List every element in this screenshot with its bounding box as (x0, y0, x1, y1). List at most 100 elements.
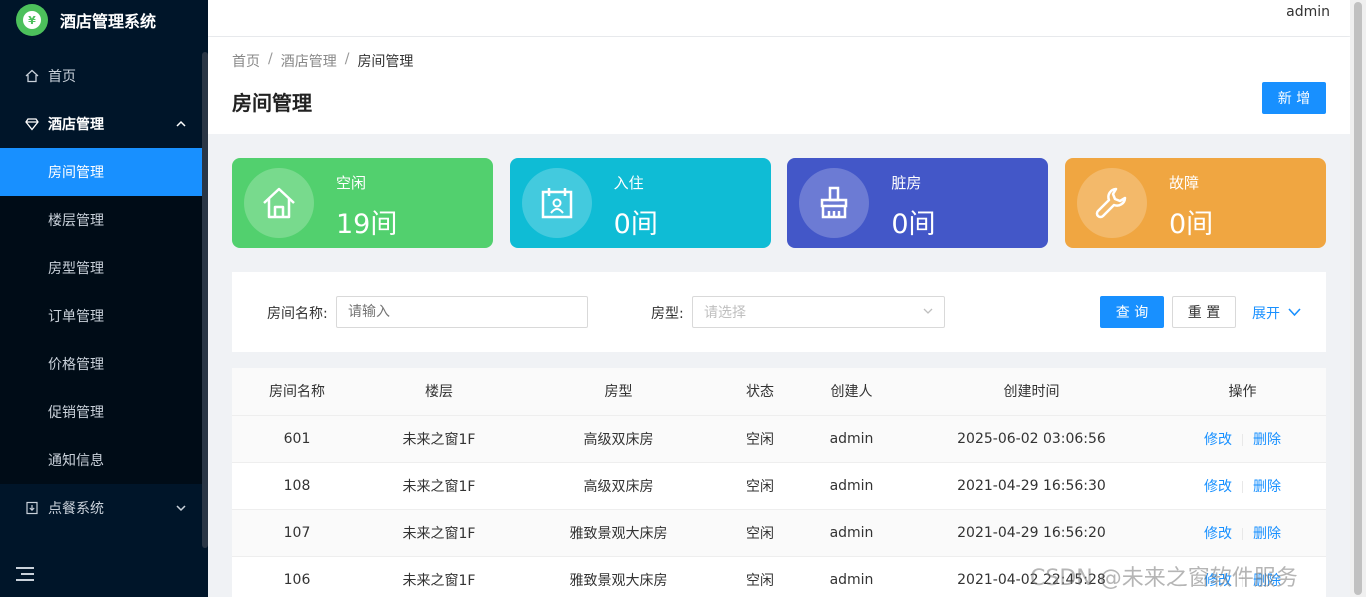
action-divider (1242, 527, 1243, 540)
sidebar-item-room-type-management[interactable]: 房型管理 (0, 244, 208, 292)
sidebar-item-label: 价格管理 (48, 357, 104, 373)
stat-card-dirty[interactable]: 脏房 0间 (787, 158, 1049, 248)
breadcrumb-home[interactable]: 首页 (232, 51, 260, 71)
edit-link[interactable]: 修改 (1204, 479, 1232, 495)
sidebar-item-ordering-system[interactable]: 点餐系统 (0, 484, 208, 532)
sidebar-item-label: 点餐系统 (48, 501, 104, 517)
stat-cards: 空闲 19间 入住 0间 脏房 0间 故障 0间 (232, 158, 1326, 248)
cell-creator: admin (799, 415, 904, 463)
reset-button[interactable]: 重 置 (1172, 296, 1236, 328)
delete-link[interactable]: 删除 (1253, 432, 1281, 448)
delete-link[interactable]: 删除 (1253, 526, 1281, 542)
sidebar-item-floor-management[interactable]: 楼层管理 (0, 196, 208, 244)
sidebar-item-label: 房型管理 (48, 261, 104, 277)
breadcrumb: 首页 / 酒店管理 / 房间管理 (232, 51, 413, 71)
menu-collapse-icon[interactable] (16, 567, 34, 581)
room-type-select[interactable]: 请选择 (692, 296, 945, 328)
sidebar-item-label: 酒店管理 (48, 117, 104, 133)
breadcrumb-hotel-management[interactable]: 酒店管理 (281, 51, 337, 71)
stat-value: 0间 (1168, 209, 1214, 240)
stat-label: 脏房 (891, 174, 922, 192)
sidebar-item-label: 首页 (48, 69, 76, 85)
sidebar-item-hotel-management[interactable]: 酒店管理 (0, 100, 208, 148)
cell-room-type: 雅致景观大床房 (516, 509, 721, 557)
breadcrumb-separator: / (344, 51, 350, 67)
stat-label: 故障 (1168, 174, 1199, 192)
hotel-submenu: 房间管理 楼层管理 房型管理 订单管理 价格管理 促销管理 通知信息 (0, 148, 208, 484)
query-button[interactable]: 查 询 (1100, 296, 1164, 328)
breadcrumb-separator: / (268, 51, 273, 67)
cell-status: 空闲 (721, 509, 799, 557)
cell-room-type: 高级双床房 (516, 415, 721, 463)
cell-creator: admin (799, 462, 904, 510)
column-header[interactable]: 楼层 (362, 368, 516, 416)
cell-floor: 未来之窗1F (362, 509, 516, 557)
watermark: CSDN @未来之窗软件服务 (1030, 566, 1298, 591)
stat-card-fault[interactable]: 故障 0间 (1064, 158, 1326, 248)
cell-floor: 未来之窗1F (362, 556, 516, 597)
cell-actions: 修改 删除 (1159, 509, 1326, 557)
stat-value: 19间 (336, 209, 398, 240)
sidebar-item-label: 楼层管理 (48, 213, 104, 229)
sidebar-item-order-management[interactable]: 订单管理 (0, 292, 208, 340)
column-header: 操作 (1159, 368, 1326, 416)
table-row[interactable]: 108 未来之窗1F 高级双床房 空闲 admin 2021-04-29 16:… (232, 462, 1326, 510)
logo[interactable]: ¥ 酒店管理系统 (0, 0, 208, 40)
sidebar-item-notifications[interactable]: 通知信息 (0, 436, 208, 484)
cell-room-name: 106 (232, 556, 362, 597)
cell-actions: 修改 删除 (1159, 415, 1326, 463)
calendar-person-icon (521, 168, 592, 238)
chevron-down-icon (922, 305, 934, 321)
stat-card-occupied[interactable]: 入住 0间 (509, 158, 771, 248)
cell-floor: 未来之窗1F (362, 415, 516, 463)
broom-icon (799, 168, 870, 238)
stat-label: 空闲 (336, 174, 367, 192)
room-name-label: 房间名称: (267, 306, 328, 322)
sidebar-item-room-management[interactable]: 房间管理 (0, 148, 202, 196)
column-header[interactable]: 房间名称 (232, 368, 362, 416)
edit-link[interactable]: 修改 (1204, 432, 1232, 448)
sidebar-item-label: 房间管理 (48, 165, 104, 181)
room-type-placeholder: 请选择 (704, 305, 746, 321)
edit-link[interactable]: 修改 (1204, 526, 1232, 542)
chevron-down-icon (1288, 305, 1301, 321)
stat-value: 0间 (891, 209, 936, 240)
sidebar-item-label: 订单管理 (48, 309, 104, 325)
column-header[interactable]: 状态 (721, 368, 799, 416)
cell-created-time: 2021-04-29 16:56:30 (904, 462, 1159, 510)
cell-status: 空闲 (721, 462, 799, 510)
cell-floor: 未来之窗1F (362, 462, 516, 510)
sidebar-item-home[interactable]: 首页 (0, 52, 208, 100)
wrench-icon (1076, 168, 1147, 238)
cell-room-type: 高级双床房 (516, 462, 721, 510)
sidebar-item-label: 促销管理 (48, 405, 104, 421)
page-scrollbar[interactable] (1350, 0, 1366, 597)
cell-room-name: 107 (232, 509, 362, 557)
top-bar: admin (208, 0, 1350, 36)
user-menu[interactable]: admin (1286, 4, 1330, 20)
logo-icon: ¥ (16, 4, 48, 36)
sidebar-item-price-management[interactable]: 价格管理 (0, 340, 208, 388)
add-button[interactable]: 新 增 (1262, 82, 1326, 114)
sidebar-item-promotion-management[interactable]: 促销管理 (0, 388, 208, 436)
cell-room-name: 601 (232, 415, 362, 463)
cell-created-time: 2021-04-29 16:56:20 (904, 509, 1159, 557)
app-title: 酒店管理系统 (60, 12, 157, 31)
room-name-input[interactable] (336, 296, 588, 328)
table-row[interactable]: 107 未来之窗1F 雅致景观大床房 空闲 admin 2021-04-29 1… (232, 509, 1326, 557)
chevron-down-icon (176, 502, 186, 515)
diamond-icon (24, 116, 40, 132)
stat-value: 0间 (613, 209, 658, 240)
chevron-up-icon (176, 118, 186, 131)
cell-room-name: 108 (232, 462, 362, 510)
table-row[interactable]: 601 未来之窗1F 高级双床房 空闲 admin 2025-06-02 03:… (232, 415, 1326, 463)
column-header[interactable]: 创建人 (799, 368, 904, 416)
column-header[interactable]: 房型 (516, 368, 721, 416)
stat-card-idle[interactable]: 空闲 19间 (232, 158, 493, 248)
delete-link[interactable]: 删除 (1253, 479, 1281, 495)
expand-label: 展开 (1252, 306, 1280, 322)
page-header: 首页 / 酒店管理 / 房间管理 房间管理 新 增 (208, 37, 1350, 134)
column-header[interactable]: 创建时间 (904, 368, 1159, 416)
action-divider (1242, 433, 1243, 446)
expand-toggle[interactable]: 展开 (1252, 303, 1301, 323)
